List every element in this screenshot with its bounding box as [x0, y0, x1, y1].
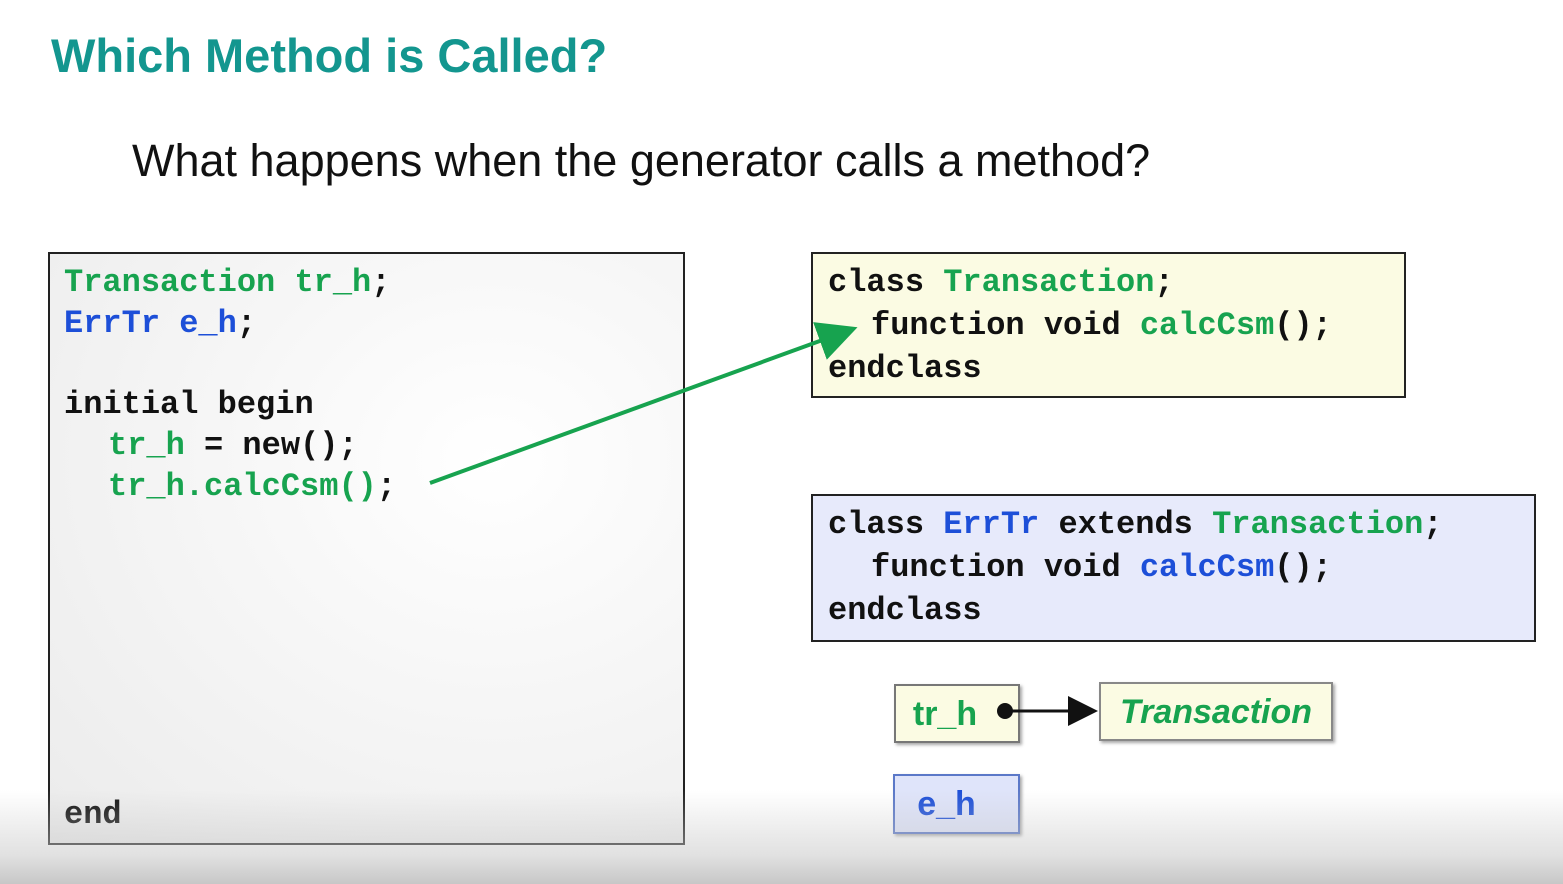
code-line-declare-tr: Transaction tr_h; — [64, 262, 390, 303]
type-transaction: Transaction — [64, 264, 276, 301]
var-tr-h: tr_h — [108, 427, 185, 464]
function-decl-line: function void calcCsm(); — [871, 547, 1332, 588]
semicolon: ; — [376, 468, 397, 505]
handle-tr-h: tr_h — [894, 684, 1020, 743]
semicolon: ; — [236, 305, 257, 342]
transaction-object: Transaction — [1099, 682, 1333, 741]
parent-class-transaction: Transaction — [1212, 506, 1424, 543]
slide-subtitle: What happens when the generator calls a … — [132, 135, 1151, 186]
code-line-declare-err: ErrTr e_h; — [64, 303, 256, 344]
function-decl-line: function void calcCsm(); — [871, 305, 1332, 346]
class-decl-line: class Transaction; — [828, 262, 1174, 303]
semicolon: ; — [1423, 506, 1443, 543]
type-errtr: ErrTr — [64, 305, 161, 342]
keyword-function-void: function void — [871, 549, 1121, 586]
code-line-initial-begin: initial begin — [64, 386, 314, 423]
class-decl-line: class ErrTr extends Transaction; — [828, 504, 1443, 545]
var-tr-h: tr_h — [294, 264, 372, 301]
testbench-code-box: Transaction tr_h; ErrTr e_h; initial beg… — [48, 252, 685, 845]
new-call: = new(); — [184, 427, 358, 464]
var-e-h: e_h — [179, 305, 237, 342]
errtr-class-box: class ErrTr extends Transaction; functio… — [811, 494, 1536, 642]
keyword-function-void: function void — [871, 307, 1121, 344]
semicolon: ; — [1154, 264, 1174, 301]
parens-semicolon: (); — [1274, 549, 1332, 586]
handle-e-h: e_h — [893, 774, 1020, 834]
keyword-class: class — [828, 506, 925, 543]
method-call-calccsm: .calcCsm() — [184, 468, 377, 505]
method-name-calccsm: calcCsm — [1139, 549, 1275, 586]
keyword-extends: extends — [1058, 506, 1193, 543]
endclass-line: endclass — [828, 350, 982, 387]
semicolon: ; — [371, 264, 391, 301]
endclass-line: endclass — [828, 592, 982, 629]
method-name-calccsm: calcCsm — [1139, 307, 1275, 344]
class-name-transaction: Transaction — [943, 264, 1155, 301]
transaction-class-box: class Transaction; function void calcCsm… — [811, 252, 1406, 398]
slide-title: Which Method is Called? — [51, 29, 608, 82]
var-tr-h: tr_h — [108, 468, 185, 505]
code-line-new: tr_h = new(); — [108, 425, 358, 466]
keyword-class: class — [828, 264, 925, 301]
code-line-end: end — [64, 796, 122, 833]
code-line-method-call: tr_h.calcCsm(); — [108, 466, 396, 507]
parens-semicolon: (); — [1274, 307, 1332, 344]
class-name-errtr: ErrTr — [943, 506, 1040, 543]
